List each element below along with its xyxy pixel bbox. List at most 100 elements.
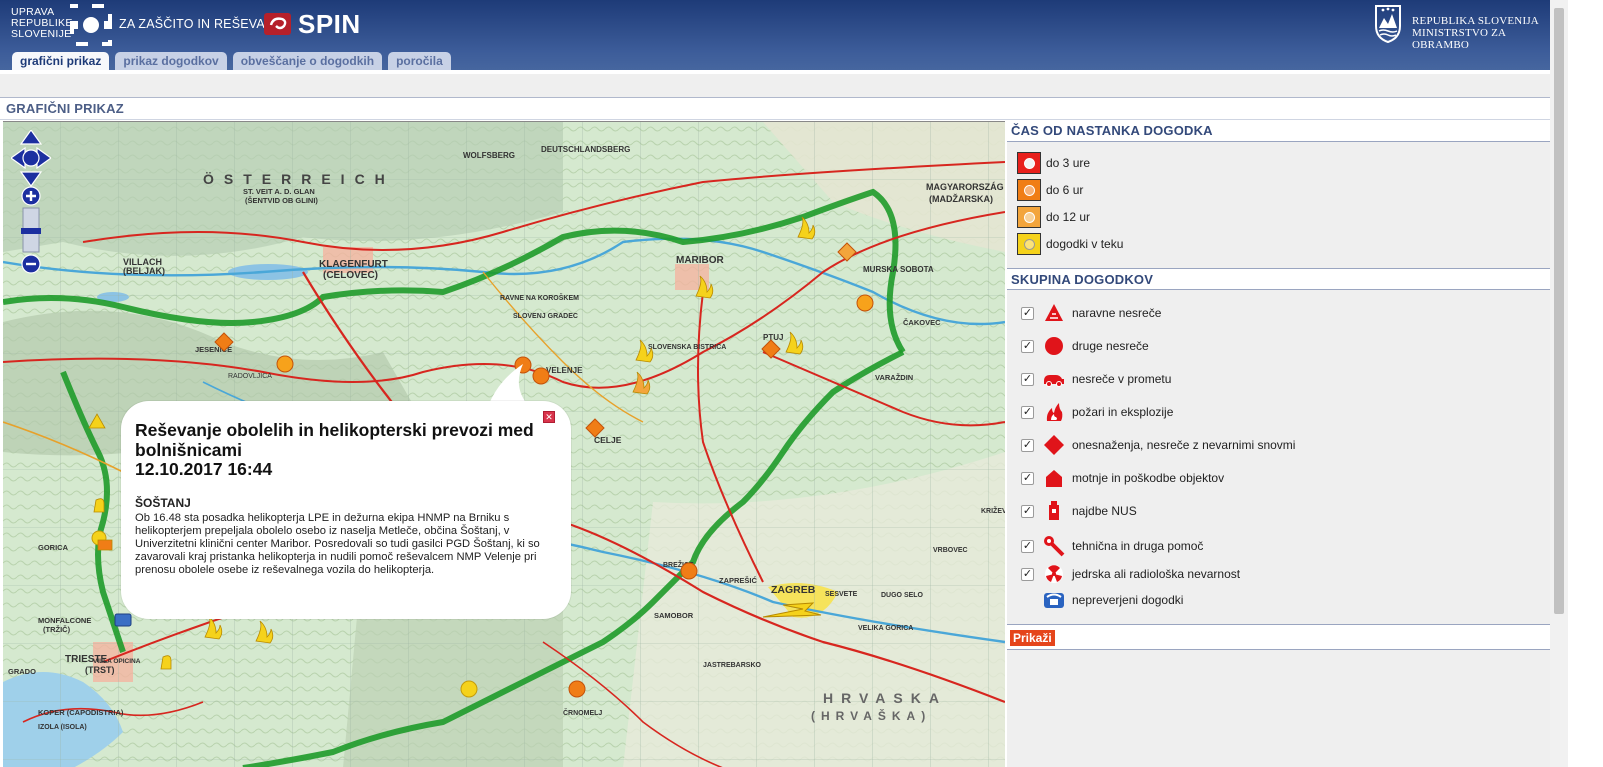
scrollbar-thumb[interactable] [1554,8,1564,614]
popup-close-button[interactable]: ✕ [543,411,555,423]
main-tabs: grafični prikaz prikaz dogodkov obveščan… [12,52,451,70]
map-label: JASTREBARSKO [703,662,762,669]
popup-description: Ob 16.48 sta posadka helikopterja LPE in… [135,511,540,577]
legend-item-3h: do 3 ure [1017,152,1090,174]
group-row-nus: ✓ najdbe NUS [1021,498,1137,524]
group-checkbox[interactable]: ✓ [1021,306,1034,320]
map-label: MURSKA SOBOTA [863,265,934,274]
map-label: VRBOVEC [933,547,968,554]
map-label: MONFALCONE [38,616,91,625]
building-damage-icon [1042,466,1066,490]
page-scrollbar[interactable] [1550,0,1568,767]
map-label: IZOLA (ISOLA) [38,724,87,731]
group-legend-header: SKUPINA DOGODKOV [1007,268,1550,290]
group-checkbox[interactable]: ✓ [1021,438,1034,452]
group-row-buildings: ✓ motnje in poškodbe objektov [1021,465,1224,491]
map-label: (HRVAŠKA) [811,708,931,723]
map-label: VELIKA GORICA [858,625,913,632]
legend-swatch-red [1017,152,1041,174]
map-label: KRIŽEVCI [981,506,1005,515]
tab-porocila[interactable]: poročila [388,52,451,70]
tab-graficni-prikaz[interactable]: grafični prikaz [12,52,110,70]
event-map[interactable]: ÖSTERREICH KLAGENFURT (CELOVEC) VILLACH … [3,121,1005,767]
group-checkbox[interactable]: ✓ [1021,539,1034,553]
group-row-natural: ✓ naravne nesreče [1021,300,1161,326]
map-label: KLAGENFURT [319,259,388,270]
map-pan-zoom-control[interactable] [11,130,51,278]
map-label: (TRST) [85,665,115,675]
map-label: SESVETE [825,591,858,598]
spin-logo-icon [264,13,291,35]
event-popup: ✕ Reševanje obolelih in helikopterski pr… [121,401,571,619]
map-label: VELENJE [546,366,583,375]
map-label: ZAGREB [771,584,816,596]
map-label: DEUTSCHLANDSBERG [541,145,630,154]
map-label: ČRNOMELJ [563,708,602,717]
map-label: SLOVENJ GRADEC [513,313,578,320]
legend-item-12h: do 12 ur [1017,206,1090,228]
legend-item-ongoing: dogodki v teku [1017,233,1123,255]
map-label: (ŠENTVID OB GLINI) [245,196,318,205]
tab-prikaz-dogodkov[interactable]: prikaz dogodkov [115,52,227,70]
group-checkbox[interactable]: ✓ [1021,339,1034,353]
group-checkbox[interactable]: ✓ [1021,372,1034,386]
map-label: (MADŽARSKA) [929,193,993,204]
popup-location: ŠOŠTANJ [135,495,191,510]
legend-swatch-orange [1017,179,1041,201]
map-label: ZAPREŠIĆ [719,576,758,585]
technical-help-icon [1042,534,1066,558]
group-row-radiation: ✓ jedrska ali radiološka nevarnost [1021,561,1240,587]
legend-swatch-light-orange [1017,206,1041,228]
map-label: MARIBOR [676,255,725,266]
traffic-accident-icon [1042,367,1066,391]
map-label: DUGO SELO [881,592,924,599]
map-label: KOPER (CAPODISTRIA) [38,708,124,717]
ministry-wordmark: REPUBLIKA SLOVENIJA MINISTRSTVO ZA OBRAM… [1412,15,1539,51]
group-row-other: ✓ druge nesreče [1021,333,1149,359]
map-label: RADOVLJICA [228,373,272,380]
popup-title: Reševanje obolelih in helikopterski prev… [135,420,534,460]
map-label: GRADO [8,667,36,676]
popup-datetime: 12.10.2017 16:44 [135,459,273,479]
map-label: RAVNE NA KOROŠKEM [500,293,579,302]
map-label: ČAKOVEC [903,318,941,327]
map-label: GORICA [38,543,69,552]
group-row-unverified: nepreverjeni dogodki [1021,587,1183,613]
unverified-phone-icon [1042,588,1066,612]
tab-obvescanje[interactable]: obveščanje o dogodkih [232,52,383,70]
group-checkbox[interactable]: ✓ [1021,567,1034,581]
group-checkbox[interactable]: ✓ [1021,405,1034,419]
map-label: CELJE [594,435,622,445]
group-row-fires: ✓ požari in eksplozije [1021,399,1173,425]
map-label: MAGYARORSZÁG [926,182,1004,192]
group-row-traffic: ✓ nesreče v prometu [1021,366,1171,392]
fire-explosion-icon [1042,400,1066,424]
map-label: (CELOVEC) [323,270,378,281]
unexploded-ordnance-icon [1042,499,1066,523]
civil-protection-logo-icon [70,4,112,46]
other-accidents-icon [1042,334,1066,358]
radiation-icon [1042,562,1066,586]
map-label: VARAŽDIN [875,373,913,382]
map-label: VILLA OPICINA [93,658,141,665]
show-button[interactable]: Prikaži [1010,630,1055,646]
page-title: GRAFIČNI PRIKAZ [6,101,124,116]
map-label: PTUJ [763,333,783,342]
urs-wordmark: UPRAVA REPUBLIKE SLOVENIJE [11,6,73,40]
popup-pointer [489,364,527,404]
slovenia-crest-icon [1375,5,1401,44]
map-label: (BELJAK) [123,266,165,276]
group-row-technical: ✓ tehnična in druga pomoč [1021,533,1203,559]
hazardous-substances-icon [1042,433,1066,457]
group-checkbox[interactable]: ✓ [1021,504,1034,518]
show-button-bar [1007,624,1550,650]
time-legend-header: ČAS OD NASTANKA DOGODKA [1007,120,1550,142]
legend-item-6h: do 6 ur [1017,179,1083,201]
natural-disaster-icon [1042,301,1066,325]
map-label: SLOVENSKA BISTRICA [648,344,726,351]
map-label: SAMOBOR [654,611,694,620]
map-label: ÖSTERREICH [203,171,395,187]
legend-swatch-yellow [1017,233,1041,255]
app-header: UPRAVA REPUBLIKE SLOVENIJE ZA ZAŠČITO IN… [0,0,1550,70]
group-checkbox[interactable]: ✓ [1021,471,1034,485]
